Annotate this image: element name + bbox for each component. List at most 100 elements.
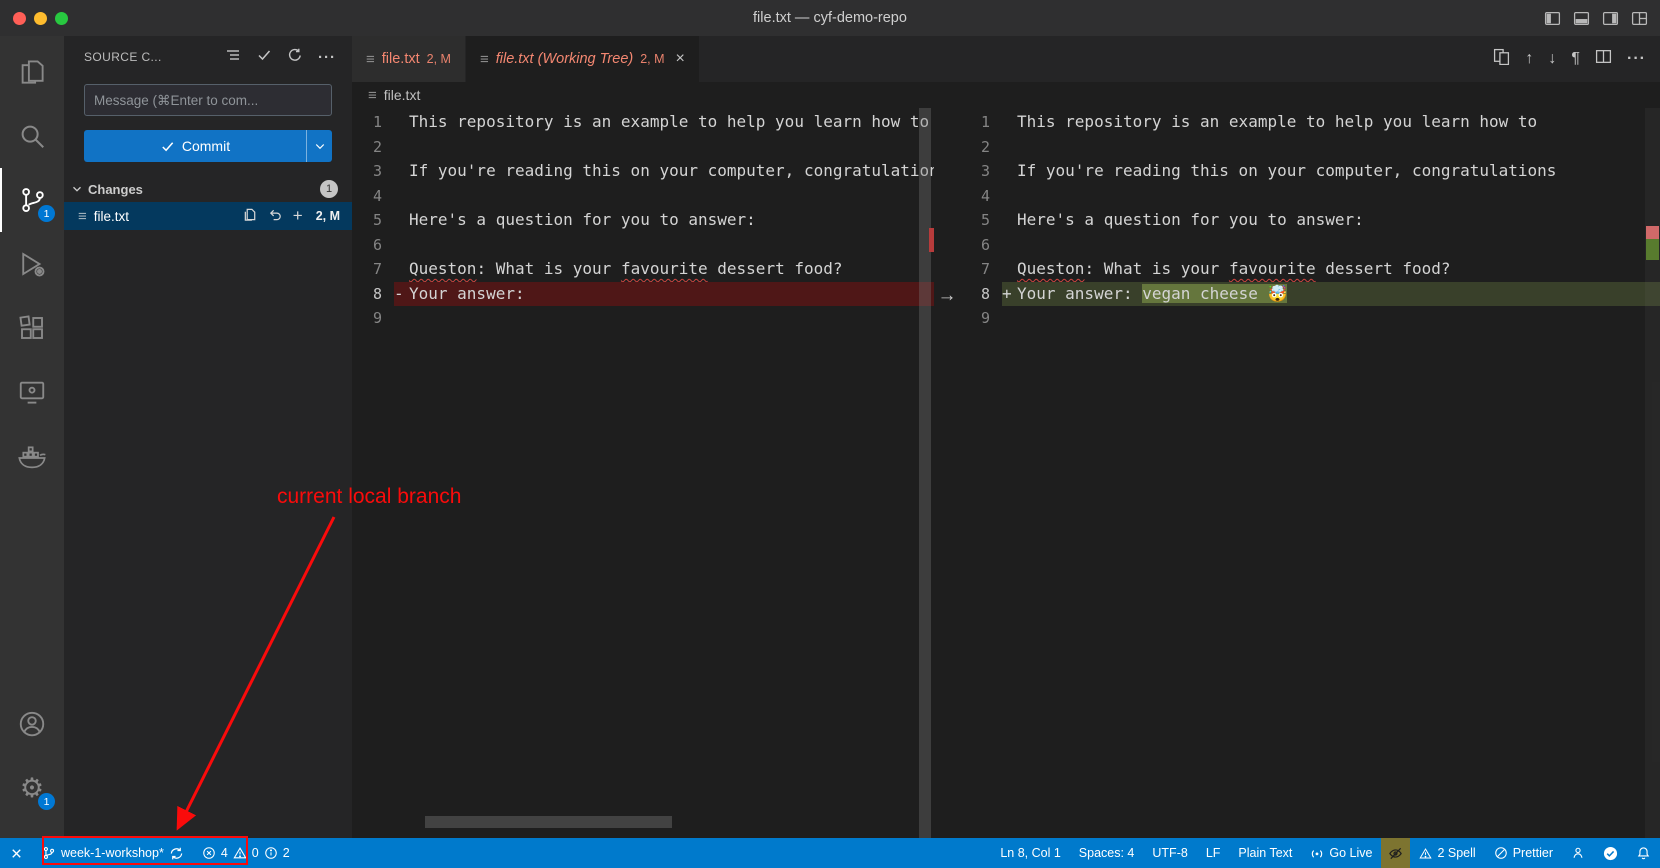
diff-original-pane: 1This repository is an example to help y… [352,108,934,838]
open-file-icon[interactable] [243,207,258,225]
stage-changes-icon[interactable]: + [293,206,303,226]
toggle-panel-icon[interactable] [1573,10,1590,27]
commit-message-input[interactable] [84,84,332,116]
problems-indicator[interactable]: 4 0 2 [193,838,299,868]
code-line[interactable]: 7Queston: What is your favourite dessert… [352,257,934,282]
code-line[interactable]: 3If you're reading this on your computer… [352,159,934,184]
status-check-button[interactable] [1594,838,1627,868]
close-window-button[interactable] [13,12,26,25]
code-line[interactable]: 5 Here's a question for you to answer: [960,208,1660,233]
code-line[interactable]: 1This repository is an example to help y… [352,110,934,135]
horizontal-scrollbar[interactable] [425,816,672,828]
code-text: : What is your [476,259,621,278]
window-controls [13,12,68,25]
remote-icon [9,846,24,861]
spell-error-text: Queston [1017,259,1084,278]
code-line[interactable]: 2 [960,135,1660,160]
code-text: If you're reading this on your computer,… [1017,161,1556,180]
diff-sign [394,208,409,233]
feedback-button[interactable] [1562,838,1594,868]
spell-error-text: Queston [409,259,476,278]
view-as-list-icon[interactable] [225,47,241,68]
refresh-icon[interactable] [287,47,303,68]
revert-block-arrow-icon[interactable]: → [935,284,959,308]
spell-checker-status[interactable]: 2 Spell [1410,838,1484,868]
tab-file[interactable]: ≡ file.txt 2, M [352,36,466,82]
toggle-secondary-sidebar-icon[interactable] [1602,10,1619,27]
commit-dropdown-button[interactable] [306,130,332,162]
diff-sign [1002,257,1017,282]
run-debug-icon[interactable] [0,232,64,296]
diff-sign [394,233,409,258]
remote-indicator[interactable] [0,838,33,868]
code-line[interactable]: 4 [352,184,934,209]
code-line[interactable]: 6 [352,233,934,258]
line-number: 7 [960,257,1002,282]
overview-ruler[interactable] [1645,108,1660,838]
diff-divider: → [934,108,960,838]
next-change-icon[interactable]: ↓ [1548,50,1556,68]
accounts-icon[interactable] [0,692,64,756]
explorer-icon[interactable] [0,40,64,104]
minimize-window-button[interactable] [34,12,47,25]
code-line[interactable]: 5Here's a question for you to answer: [352,208,934,233]
commit-check-icon[interactable] [256,47,272,68]
code-line[interactable]: 8+Your answer: vegan cheese 🤯 [960,282,1660,307]
line-number: 7 [352,257,394,282]
code-line[interactable]: 1This repository is an example to help y… [960,110,1660,135]
code-line[interactable]: 9 [352,306,934,331]
settings-gear-icon[interactable]: ⚙ 1 [0,756,64,820]
line-number: 9 [352,306,394,331]
close-tab-icon[interactable]: × [676,50,685,68]
eol-indicator[interactable]: LF [1197,838,1230,868]
zoom-window-button[interactable] [55,12,68,25]
language-mode[interactable]: Plain Text [1229,838,1301,868]
diff-sign [394,110,409,135]
discard-changes-icon[interactable] [268,207,283,225]
extensions-icon[interactable] [0,296,64,360]
code-line[interactable]: 7Queston: What is your favourite dessert… [960,257,1660,282]
encoding-indicator[interactable]: UTF-8 [1143,838,1196,868]
crossed-eye-status[interactable] [1381,838,1410,868]
more-actions-icon[interactable]: ··· [1627,50,1646,68]
more-actions-icon[interactable]: ··· [318,49,336,66]
open-changes-icon[interactable] [1493,48,1510,70]
go-live-button[interactable]: Go Live [1301,838,1381,868]
editor-area: ≡ file.txt 2, M ≡ file.txt (Working Tree… [352,36,1660,838]
branch-indicator[interactable]: week-1-workshop* [33,838,193,868]
inserted-text: vegan cheese 🤯 [1142,284,1287,303]
tab-file-working-tree[interactable]: ≡ file.txt (Working Tree) 2, M × [466,36,699,82]
prettier-status[interactable]: Prettier [1485,838,1562,868]
search-icon[interactable] [0,104,64,168]
code-line[interactable]: 8-Your answer: [352,282,934,307]
indentation-indicator[interactable]: Spaces: 4 [1070,838,1144,868]
remote-explorer-icon[interactable] [0,360,64,424]
code-line[interactable]: 9 [960,306,1660,331]
changed-file-row[interactable]: ≡ file.txt + 2, M [64,202,352,230]
toggle-sidebar-icon[interactable] [1544,10,1561,27]
code-text: dessert food? [708,259,843,278]
docker-icon[interactable] [0,424,64,488]
branch-name: week-1-workshop* [61,846,164,860]
spell-error-text: favourite [1229,259,1316,278]
line-number: 5 [960,208,1002,233]
toggle-whitespace-icon[interactable]: ¶ [1571,50,1580,68]
file-icon: ≡ [78,208,87,225]
source-control-icon[interactable]: 1 [0,168,64,232]
diff-editor: 1This repository is an example to help y… [352,108,1660,838]
code-line[interactable]: 2 [352,135,934,160]
breadcrumb[interactable]: ≡ file.txt [352,82,1660,108]
changes-section-header[interactable]: Changes 1 [64,176,352,202]
customize-layout-icon[interactable] [1631,10,1648,27]
previous-change-icon[interactable]: ↑ [1525,50,1533,68]
vertical-scrollbar[interactable] [919,108,931,838]
code-line[interactable]: 3If you're reading this on your computer… [960,159,1660,184]
code-line[interactable]: 6 [960,233,1660,258]
breadcrumb-file: file.txt [384,87,421,103]
cursor-position[interactable]: Ln 8, Col 1 [991,838,1069,868]
code-line[interactable]: 4 [960,184,1660,209]
split-editor-icon[interactable] [1595,48,1612,70]
notifications-button[interactable] [1627,838,1660,868]
code-text: Here's a question for you to answer: [1017,210,1364,229]
commit-button[interactable]: Commit [84,130,332,162]
